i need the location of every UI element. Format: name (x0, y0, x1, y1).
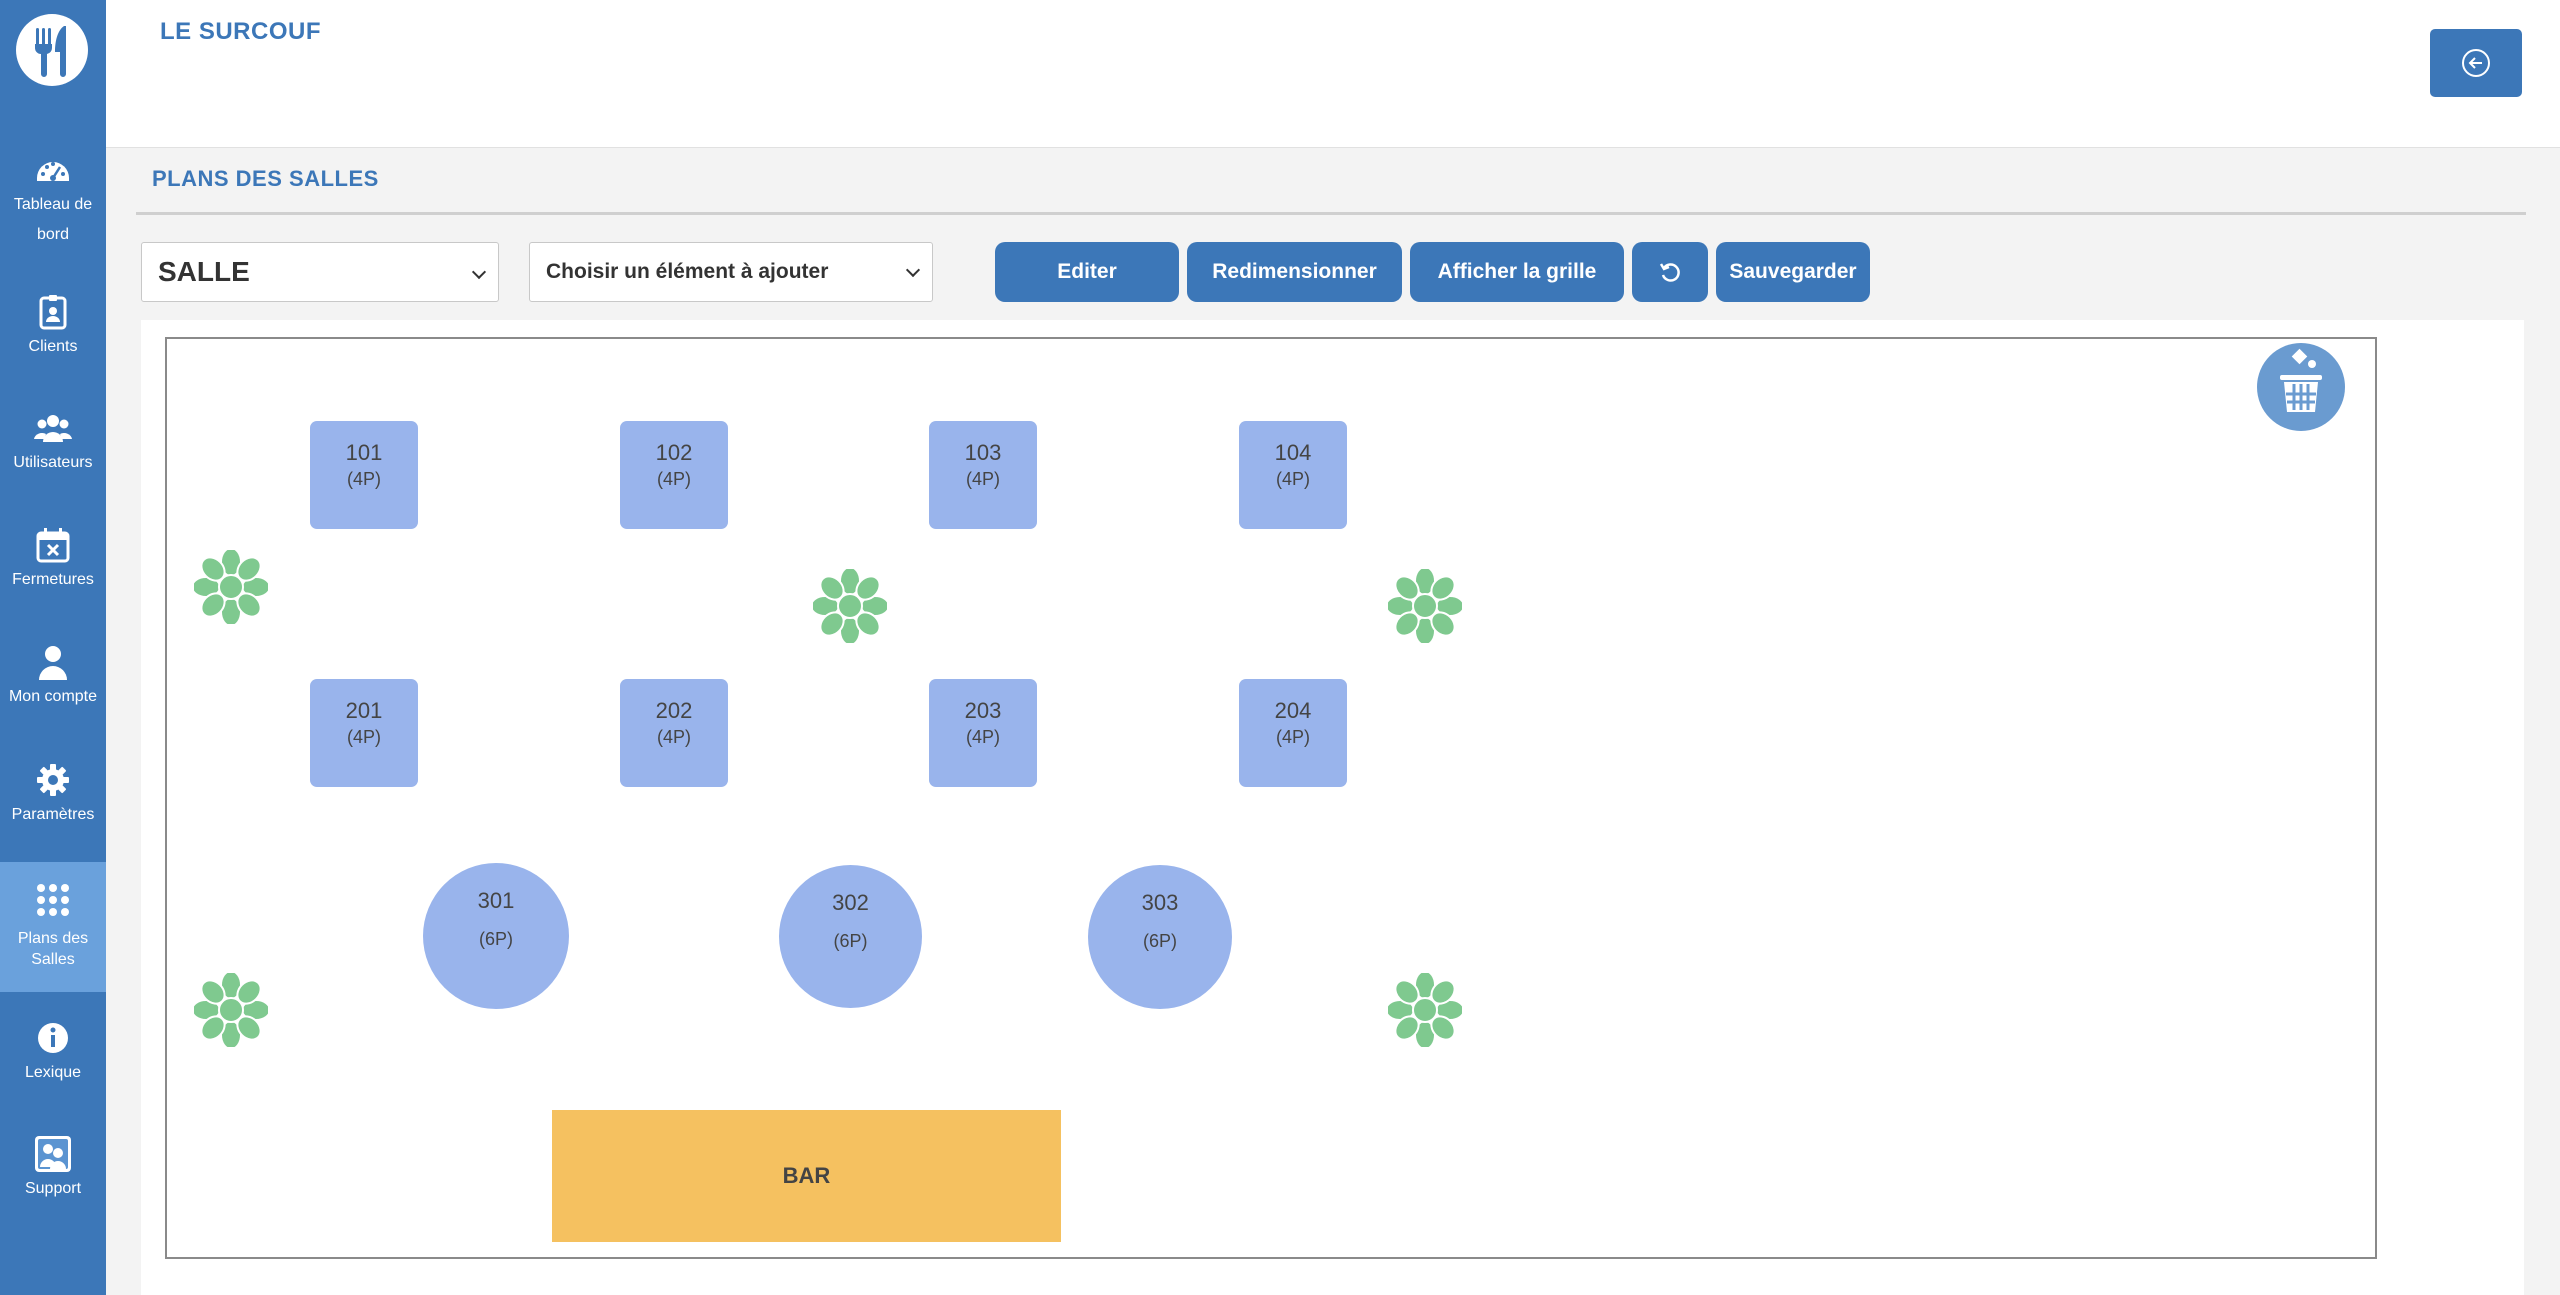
bar-counter[interactable]: BAR (552, 1110, 1061, 1242)
header: LE SURCOUF (106, 0, 2560, 148)
app-logo[interactable] (16, 14, 88, 86)
users-icon (34, 415, 72, 442)
save-button[interactable]: Sauvegarder (1716, 242, 1870, 302)
table-number: 103 (964, 440, 1002, 465)
plant-icon[interactable] (194, 550, 268, 624)
table-round[interactable]: 301 (6P) (423, 863, 569, 1009)
title-divider (136, 212, 2526, 215)
plant-icon[interactable] (1388, 973, 1462, 1047)
sidebar-item-label: Plans des Salles (17, 930, 89, 968)
table-capacity: (4P) (346, 469, 381, 489)
resize-button[interactable]: Redimensionner (1187, 242, 1402, 302)
sidebar-item-account[interactable]: Mon compte (0, 642, 106, 712)
sidebar-item-label: Support (24, 1180, 82, 1197)
table-number: 202 (655, 698, 693, 723)
table-round[interactable]: 302 (6P) (779, 865, 922, 1008)
table-number: 102 (655, 440, 693, 465)
calendar-close-icon (36, 528, 70, 563)
sidebar-item-label: Clients (28, 338, 78, 355)
table-number: 104 (1274, 440, 1312, 465)
table-capacity: (4P) (1275, 727, 1310, 747)
sidebar-item-label: Mon compte (8, 688, 98, 705)
table-square[interactable]: 102 (4P) (620, 421, 728, 529)
room-select-value: SALLE (158, 256, 250, 287)
show-grid-button[interactable]: Afficher la grille (1410, 242, 1624, 302)
table-square[interactable]: 104 (4P) (1239, 421, 1347, 529)
table-number: 203 (964, 698, 1002, 723)
sidebar-item-label: Lexique (24, 1064, 82, 1081)
table-capacity: (4P) (656, 469, 691, 489)
table-square[interactable]: 204 (4P) (1239, 679, 1347, 787)
table-capacity: (6P) (833, 931, 868, 951)
fork-knife-icon (35, 26, 66, 77)
plant-icon[interactable] (813, 569, 887, 643)
table-round[interactable]: 303 (6P) (1088, 865, 1232, 1009)
restaurant-name: LE SURCOUF (160, 18, 321, 45)
dashboard-icon (37, 162, 69, 181)
chevron-down-icon (471, 264, 487, 280)
table-number: 303 (1141, 890, 1179, 915)
sidebar-item-label: Paramètres (11, 806, 95, 823)
table-square[interactable]: 101 (4P) (310, 421, 418, 529)
support-icon (35, 1136, 71, 1172)
page-title: PLANS DES SALLES (152, 166, 379, 191)
table-square[interactable]: 201 (4P) (310, 679, 418, 787)
chevron-down-icon (905, 262, 921, 278)
info-icon (38, 1023, 68, 1053)
sidebar-item-floor-plans[interactable]: Plans des Salles (0, 862, 106, 992)
table-capacity: (6P) (478, 929, 513, 949)
sidebar-item-clients[interactable]: Clients (0, 292, 106, 362)
table-number: 301 (477, 888, 515, 913)
sidebar-item-closures[interactable]: Fermetures (0, 525, 106, 595)
table-capacity: (4P) (1275, 469, 1310, 489)
table-number: 302 (832, 890, 869, 915)
trash-icon[interactable] (2256, 342, 2346, 432)
add-element-select[interactable]: Choisir un élément à ajouter (529, 242, 933, 302)
table-number: 204 (1274, 698, 1312, 723)
client-badge-icon (39, 295, 67, 330)
room-select[interactable]: SALLE (141, 242, 499, 302)
back-arrow-icon (2462, 49, 2490, 77)
sidebar-item-label: Fermetures (12, 571, 94, 588)
plant-icon[interactable] (1388, 569, 1462, 643)
sidebar-item-users[interactable]: Utilisateurs (0, 408, 106, 478)
back-button[interactable] (2430, 29, 2522, 97)
table-number: 101 (345, 440, 383, 465)
reset-button[interactable] (1632, 242, 1708, 302)
table-square[interactable]: 202 (4P) (620, 679, 728, 787)
table-capacity: (4P) (656, 727, 691, 747)
sidebar-item-settings[interactable]: Paramètres (0, 760, 106, 830)
sidebar-item-support[interactable]: Support (0, 1134, 106, 1204)
grid-dots-icon (37, 884, 69, 916)
sidebar-item-label: Tableau de bord (13, 196, 93, 243)
undo-icon (1659, 263, 1680, 282)
edit-button[interactable]: Editer (995, 242, 1179, 302)
table-capacity: (4P) (965, 469, 1000, 489)
sidebar-item-dashboard[interactable]: Tableau de bord (0, 150, 106, 250)
add-element-select-value: Choisir un élément à ajouter (546, 260, 829, 283)
table-number: 201 (345, 698, 383, 723)
table-capacity: (4P) (346, 727, 381, 747)
table-square[interactable]: 203 (4P) (929, 679, 1037, 787)
sidebar: Tableau de bord Clients Utilisateurs Fer… (0, 0, 106, 1295)
plant-icon[interactable] (194, 973, 268, 1047)
sidebar-item-lexicon[interactable]: Lexique (0, 1018, 106, 1088)
sidebar-item-label: Utilisateurs (13, 454, 93, 471)
gear-icon (37, 764, 69, 796)
table-capacity: (6P) (1142, 931, 1177, 951)
table-square[interactable]: 103 (4P) (929, 421, 1037, 529)
table-capacity: (4P) (965, 727, 1000, 747)
user-icon (39, 646, 67, 680)
